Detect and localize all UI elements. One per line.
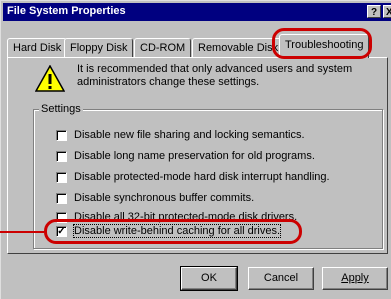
cancel-button[interactable]: Cancel [248,267,314,290]
tab-cd-rom[interactable]: CD-ROM [134,38,192,57]
tab-floppy-disk[interactable]: Floppy Disk [64,38,134,57]
option-label: Disable protected-mode hard disk interru… [74,171,330,183]
close-button[interactable]: X [383,5,391,18]
tab-removable-disk[interactable]: Removable Disk [192,38,285,57]
file-system-properties-dialog: File System Properties ? X Hard Disk Flo… [0,0,391,299]
tab-troubleshooting[interactable]: Troubleshooting [279,34,370,58]
option-label: Disable synchronous buffer commits. [74,192,255,204]
warning-text: It is recommended that only advanced use… [77,63,353,88]
help-button[interactable]: ? [367,5,381,18]
option-label: Disable long name preservation for old p… [74,150,315,162]
apply-button[interactable]: Apply [322,267,388,290]
option-label: Disable write-behind caching for all dri… [72,224,282,238]
settings-legend: Settings [39,103,83,115]
apply-label: Apply [341,272,369,284]
tab-hard-disk[interactable]: Hard Disk [7,38,68,57]
callout-line [0,231,44,233]
checkbox[interactable] [56,212,67,223]
checkbox[interactable] [56,193,67,204]
checkbox[interactable] [56,151,67,162]
window-title: File System Properties [7,5,126,17]
option-label: Disable all 32-bit protected-mode disk d… [74,211,298,223]
checkbox[interactable] [56,130,67,141]
checkbox-checked[interactable]: ✓ [56,226,67,237]
title-bar[interactable]: File System Properties ? X [3,3,391,21]
checkbox[interactable] [56,172,67,183]
warning-icon [35,65,65,92]
option-label: Disable new file sharing and locking sem… [74,129,305,141]
ok-button[interactable]: OK [180,266,238,291]
